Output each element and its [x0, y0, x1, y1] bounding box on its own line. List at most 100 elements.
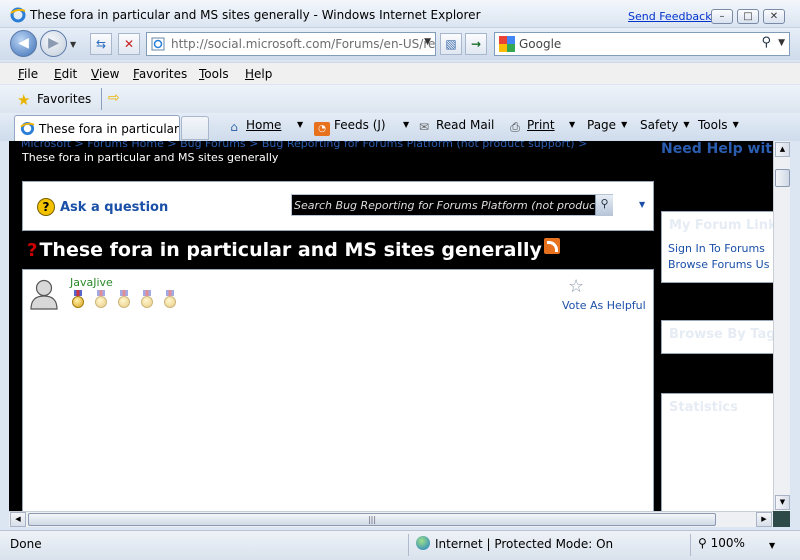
print-label: Print: [527, 118, 555, 132]
address-dropdown-icon[interactable]: ▼: [424, 37, 431, 47]
scrollbar-corner: [773, 511, 790, 527]
page-menu-button[interactable]: Page ▼: [587, 118, 627, 132]
menu-view[interactable]: View: [91, 67, 119, 81]
statistics-panel: Statistics: [661, 393, 773, 511]
navigation-bar: ◀ ▶ ▼ ⇆ ✕ http://social.microsoft.com/Fo…: [0, 28, 800, 60]
favorites-button[interactable]: Favorites: [37, 92, 91, 106]
refresh-button[interactable]: ⇆: [90, 33, 112, 55]
search-scope-dropdown-icon[interactable]: ▼: [639, 200, 645, 209]
browse-by-tag-heading: Browse By Tag: [662, 321, 773, 342]
forum-search-button[interactable]: ⚲: [595, 195, 613, 215]
go-button[interactable]: →: [465, 33, 487, 55]
vote-star-icon[interactable]: ☆: [568, 276, 584, 297]
menu-edit[interactable]: Edit: [54, 67, 77, 81]
scroll-left-icon[interactable]: ◀: [10, 512, 26, 527]
zoom-control[interactable]: ⚲ 100%: [698, 536, 745, 550]
feeds-label: Feeds (J): [334, 118, 386, 132]
menu-favorites[interactable]: Favorites: [133, 67, 187, 81]
tools-menu-button[interactable]: Tools ▼: [698, 118, 739, 132]
tools-menu-label: Tools: [698, 118, 728, 132]
recent-pages-dropdown-icon[interactable]: ▼: [70, 40, 76, 49]
search-options-dropdown-icon[interactable]: ▼: [778, 38, 785, 48]
unanswered-question-icon: ?: [27, 240, 38, 261]
sign-in-link[interactable]: Sign In To Forums: [662, 241, 773, 257]
read-mail-label: Read Mail: [436, 118, 495, 132]
help-heading[interactable]: Need Help with Forums? (FAQ): [661, 141, 773, 158]
forward-button[interactable]: ▶: [40, 30, 67, 57]
home-dropdown-icon[interactable]: ▼: [292, 118, 303, 132]
thread-title: ? These fora in particular and MS sites g…: [27, 238, 560, 261]
horizontal-scrollbar[interactable]: ◀ ||| ▶: [9, 511, 773, 527]
favorites-bar: ★ Favorites ⇨: [0, 85, 800, 113]
zoom-dropdown-icon[interactable]: ▼: [769, 541, 775, 550]
page-icon: [151, 37, 165, 51]
horizontal-scroll-thumb[interactable]: |||: [28, 513, 716, 526]
maximize-button[interactable]: □: [737, 9, 759, 24]
close-button[interactable]: ✕: [763, 9, 785, 24]
address-field[interactable]: http://social.microsoft.com/Forums/en-US…: [146, 32, 436, 56]
send-feedback-link[interactable]: Send Feedback: [628, 10, 712, 23]
browse-by-tag-panel: Browse By Tag: [661, 320, 773, 354]
menu-bar: File Edit View Favorites Tools Help: [0, 62, 800, 84]
tab-label: These fora in particular...: [39, 122, 180, 136]
ie-logo-icon: [10, 7, 26, 23]
page-content: Microsoft > Forums Home > Bug Forums > B…: [9, 141, 773, 511]
stop-button[interactable]: ✕: [118, 33, 140, 55]
search-icon: ⚲: [600, 197, 609, 210]
author-name[interactable]: JavaJive: [70, 276, 113, 289]
forum-search-input[interactable]: Search Bug Reporting for Forums Platform…: [291, 194, 613, 216]
search-icon[interactable]: ⚲: [761, 35, 771, 50]
feeds-dropdown-icon[interactable]: ▼: [398, 118, 409, 132]
read-mail-button[interactable]: ✉ Read Mail: [416, 118, 494, 134]
mail-icon: ✉: [418, 120, 430, 134]
address-text: http://social.microsoft.com/Forums/en-US…: [171, 37, 436, 51]
breadcrumb[interactable]: Microsoft > Forums Home > Bug Forums > B…: [9, 141, 649, 151]
feeds-button[interactable]: ◔ Feeds (J): [314, 118, 386, 136]
my-forum-links-panel: My Forum Links Sign In To Forums Browse …: [661, 211, 773, 283]
ask-question-panel: ? Ask a question Search Bug Reporting fo…: [22, 181, 654, 231]
tab-command-bar: These fora in particular... ⌂ Home ▼ ◔ Fee…: [0, 113, 800, 141]
vertical-scroll-thumb[interactable]: [775, 169, 790, 187]
medal-icon: [117, 290, 131, 308]
vertical-scrollbar[interactable]: ▲ ▼: [773, 141, 790, 511]
zoom-icon: ⚲: [698, 536, 707, 550]
avatar: [30, 279, 58, 310]
add-to-favorites-bar-icon[interactable]: ⇨: [108, 90, 120, 106]
print-button[interactable]: ⎙ Print: [507, 118, 555, 134]
menu-help[interactable]: Help: [245, 67, 272, 81]
breadcrumb-current: These fora in particular and MS sites ge…: [22, 151, 279, 164]
scroll-right-icon[interactable]: ▶: [756, 512, 772, 527]
minimize-button[interactable]: –: [711, 9, 733, 24]
menu-file[interactable]: File: [18, 67, 38, 81]
scroll-down-icon[interactable]: ▼: [775, 495, 790, 510]
print-dropdown-icon[interactable]: ▼: [564, 118, 575, 132]
vote-helpful-link[interactable]: Vote As Helpful: [562, 299, 646, 312]
statistics-heading: Statistics: [662, 394, 773, 415]
security-zone[interactable]: Internet | Protected Mode: On: [416, 536, 613, 551]
home-button[interactable]: ⌂ Home: [226, 118, 281, 134]
my-forum-links-heading: My Forum Links: [662, 212, 773, 233]
compatibility-view-button[interactable]: ▧: [440, 33, 462, 55]
back-arrow-icon: ◀: [18, 35, 29, 51]
printer-icon: ⎙: [510, 120, 520, 134]
scroll-up-icon[interactable]: ▲: [775, 142, 790, 157]
medal-icon: [71, 290, 85, 308]
tab-current[interactable]: These fora in particular...: [14, 115, 180, 141]
favorites-star-icon[interactable]: ★: [17, 91, 30, 109]
ask-question-link[interactable]: Ask a question: [60, 200, 168, 215]
question-icon: ?: [37, 198, 55, 216]
thread-rss-icon[interactable]: [543, 238, 560, 254]
page-dropdown-icon: ▼: [621, 120, 628, 129]
title-bar: These fora in particular and MS sites ge…: [0, 0, 800, 28]
back-button[interactable]: ◀: [10, 30, 37, 57]
safety-dropdown-icon: ▼: [683, 120, 690, 129]
new-tab-button[interactable]: [181, 116, 209, 140]
search-field[interactable]: Google ⚲ ▼: [494, 32, 790, 56]
menu-tools[interactable]: Tools: [199, 67, 229, 81]
status-divider: [690, 534, 691, 556]
safety-menu-button[interactable]: Safety ▼: [640, 118, 690, 132]
browse-forums-link[interactable]: Browse Forums Us: [662, 257, 773, 273]
favorites-separator: [101, 88, 102, 110]
internet-zone-icon: [416, 536, 430, 550]
status-bar: Done Internet | Protected Mode: On ⚲ 100…: [0, 530, 800, 560]
